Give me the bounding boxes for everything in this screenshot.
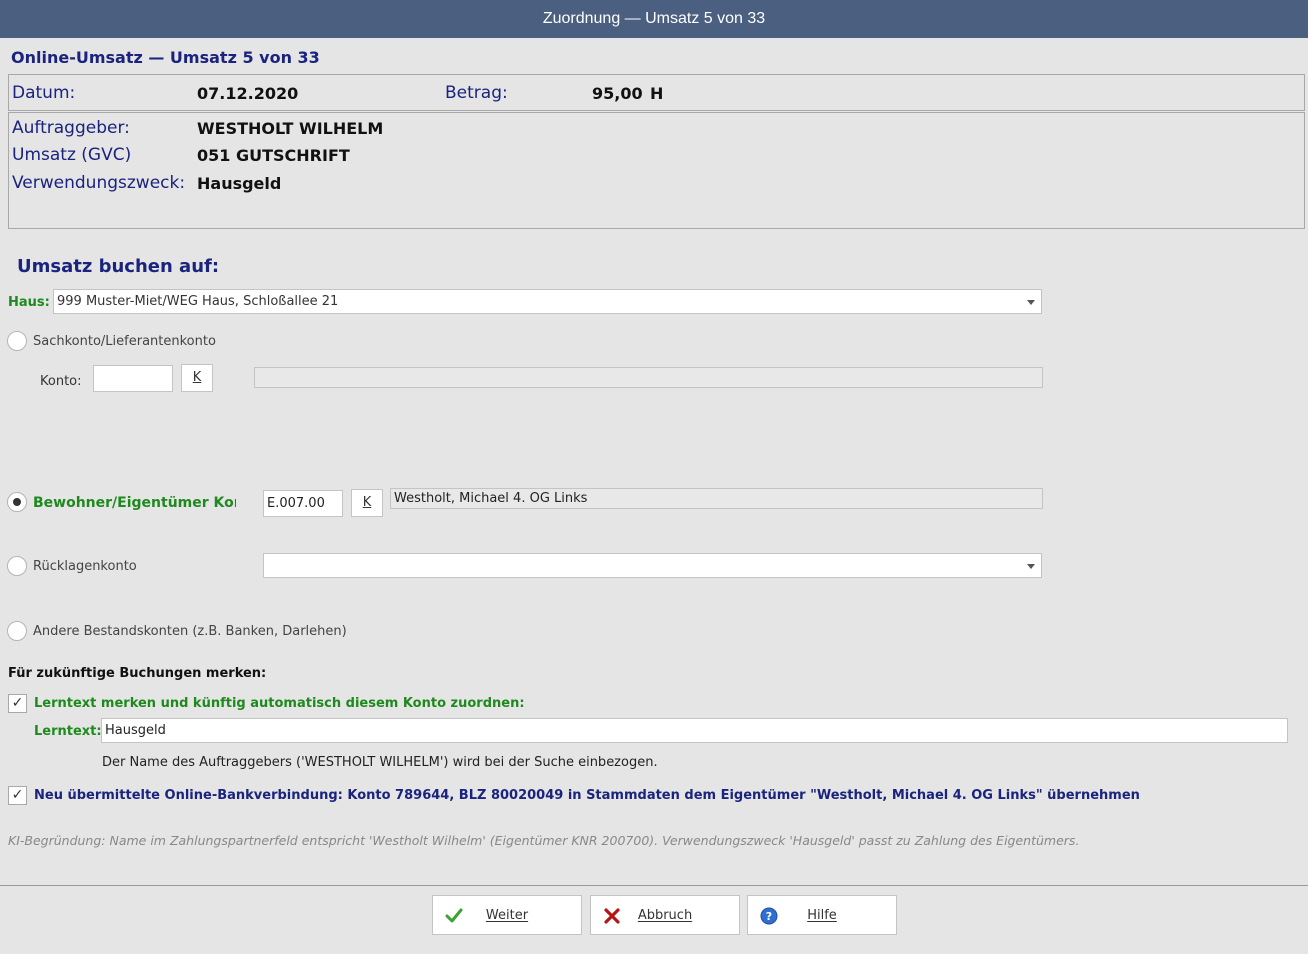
- lerntext-checkbox[interactable]: ✓: [8, 694, 27, 713]
- umsatz-label: Umsatz (GVC): [12, 145, 132, 165]
- haus-select[interactable]: 999 Muster-Miet/WEG Haus, Schloßallee 21: [53, 289, 1042, 314]
- sachkonto-description: [254, 367, 1043, 388]
- betrag-type: H: [650, 84, 664, 103]
- weiter-label: Weiter: [485, 908, 529, 923]
- bank-checkbox[interactable]: ✓: [8, 786, 27, 805]
- lerntext-checkbox-label: Lerntext merken und künftig automatisch …: [34, 696, 525, 711]
- bewohner-label: Bewohner/Eigentümer Konto: [33, 495, 236, 511]
- betrag-label: Betrag:: [445, 83, 508, 103]
- sachkonto-input[interactable]: [93, 365, 173, 392]
- memory-title: Für zukünftige Buchungen merken:: [8, 666, 267, 681]
- konto-label: Konto:: [40, 374, 82, 389]
- haus-label: Haus:: [8, 295, 50, 310]
- bank-checkbox-label: Neu übermittelte Online-Bankverbindung: …: [34, 788, 1140, 803]
- datum-value: 07.12.2020: [197, 84, 299, 103]
- radio-andere[interactable]: [7, 621, 27, 641]
- ruecklagen-label: Rücklagenkonto: [33, 559, 137, 574]
- ruecklagen-select[interactable]: [263, 553, 1042, 578]
- booking-section-title: Umsatz buchen auf:: [17, 256, 220, 277]
- zweck-label: Verwendungszweck:: [12, 173, 186, 193]
- window-title: Zuordnung — Umsatz 5 von 33: [0, 0, 1308, 38]
- zweck-value: Hausgeld: [197, 174, 282, 193]
- footer-divider: [0, 885, 1308, 886]
- ai-reason: KI-Begründung: Name im Zahlungspartnerfe…: [8, 833, 1080, 848]
- lerntext-hint: Der Name des Auftraggebers ('WESTHOLT WI…: [102, 755, 658, 770]
- weiter-button[interactable]: Weiter: [432, 895, 582, 935]
- chevron-down-icon: [1027, 564, 1035, 569]
- lerntext-label: Lerntext:: [34, 724, 102, 739]
- umsatz-value: 051 GUTSCHRIFT: [197, 146, 350, 165]
- radio-sachkonto[interactable]: [7, 331, 27, 351]
- haus-select-value: 999 Muster-Miet/WEG Haus, Schloßallee 21: [57, 294, 339, 309]
- bewohner-konto-input[interactable]: E.007.00: [263, 490, 343, 517]
- betrag-value: 95,00: [592, 84, 643, 103]
- abbruch-label: Abbruch: [637, 908, 693, 923]
- andere-label: Andere Bestandskonten (z.B. Banken, Darl…: [33, 624, 347, 639]
- hilfe-button[interactable]: ? Hilfe: [747, 895, 897, 935]
- bewohner-description: Westholt, Michael 4. OG Links: [390, 488, 1043, 509]
- sachkonto-label: Sachkonto/Lieferantenkonto: [33, 334, 216, 349]
- abbruch-button[interactable]: Abbruch: [590, 895, 740, 935]
- page-title: Online-Umsatz — Umsatz 5 von 33: [11, 48, 320, 67]
- datum-label: Datum:: [12, 83, 76, 103]
- radio-ruecklagen[interactable]: [7, 556, 27, 576]
- lerntext-input[interactable]: Hausgeld: [101, 718, 1288, 743]
- hilfe-label: Hilfe: [807, 908, 837, 923]
- radio-bewohner[interactable]: [7, 492, 27, 512]
- auftraggeber-value: WESTHOLT WILHELM: [197, 119, 384, 138]
- chevron-down-icon: [1027, 300, 1035, 305]
- sachkonto-lookup-button[interactable]: K: [181, 364, 213, 392]
- auftraggeber-label: Auftraggeber:: [12, 118, 130, 138]
- bewohner-lookup-button[interactable]: K: [351, 489, 383, 517]
